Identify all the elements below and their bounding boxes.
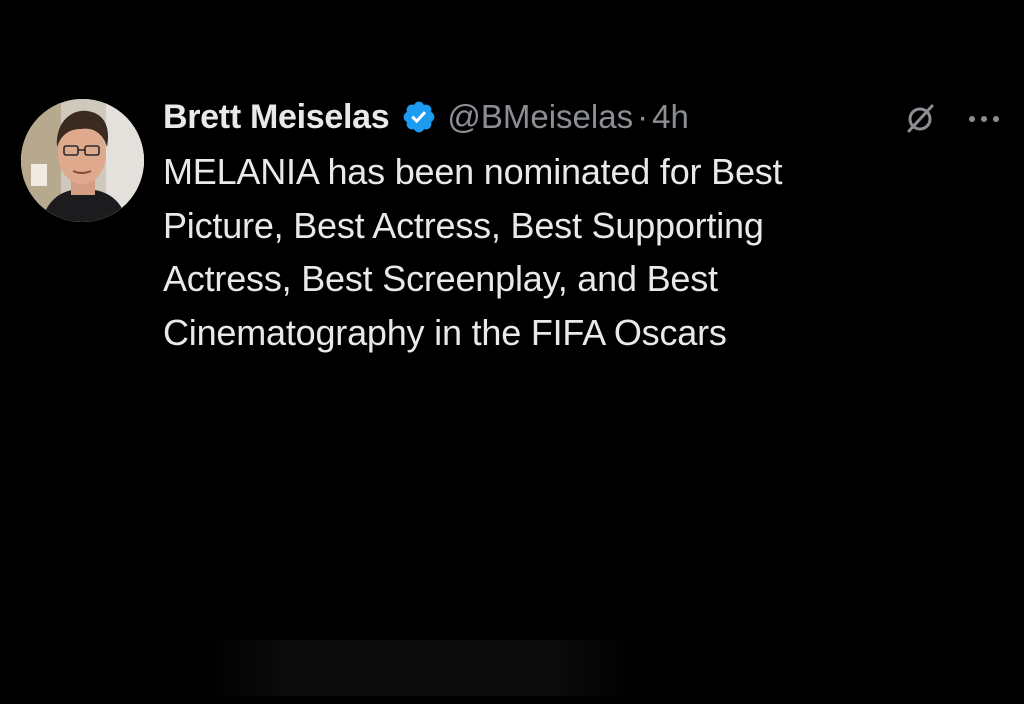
verified-badge-icon — [401, 99, 437, 135]
grok-icon[interactable] — [902, 100, 938, 136]
tweet-text-line: Cinematography in the FIFA Oscars — [163, 311, 727, 353]
tweet-text-line: Picture, Best Actress, Best Supporting — [163, 204, 764, 246]
author-handle[interactable]: @BMeiselas — [447, 98, 633, 136]
user-avatar[interactable] — [21, 99, 144, 222]
tweet-text-line: Actress, Best Screenplay, and Best — [163, 258, 718, 299]
tweet-timestamp[interactable]: 4h — [652, 98, 689, 136]
tweet-header: Brett Meiselas @BMeiselas · 4h — [163, 94, 689, 140]
tweet[interactable]: Brett Meiselas @BMeiselas · 4h MELANIA h… — [0, 0, 1024, 704]
faint-background-artifact — [205, 640, 635, 696]
tweet-text-line: MELANIA has been nominated for Best — [163, 151, 783, 192]
more-options-icon[interactable] — [966, 112, 1002, 124]
tweet-text: MELANIA has been nominated for Best Pict… — [163, 145, 943, 359]
author-display-name[interactable]: Brett Meiselas — [163, 98, 390, 137]
header-separator: · — [637, 98, 649, 135]
